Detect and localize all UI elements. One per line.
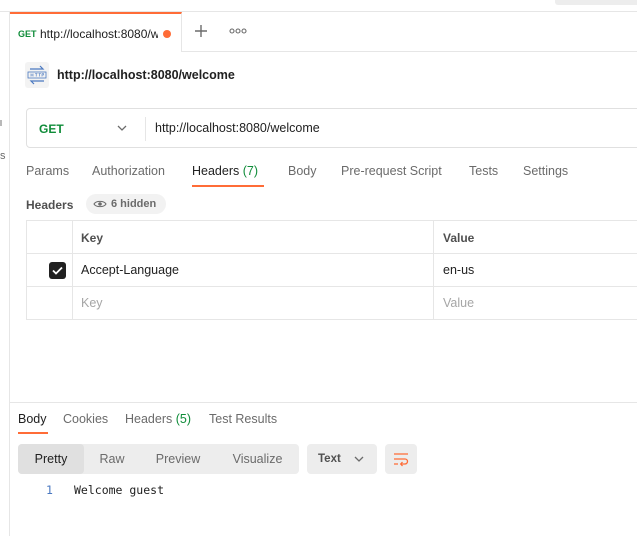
- active-resp-indicator: [18, 432, 48, 434]
- column-divider: [72, 221, 73, 320]
- tab-headers-label: Headers: [192, 164, 240, 178]
- method-select[interactable]: GET: [39, 122, 64, 136]
- unsaved-dot-icon: [163, 30, 171, 38]
- resp-headers-count: (5): [175, 412, 192, 426]
- tab-body[interactable]: Body: [288, 164, 317, 178]
- request-tab[interactable]: GET http://localhost:8080/w: [10, 12, 182, 52]
- format-select[interactable]: Text: [307, 444, 377, 474]
- column-value: Value: [443, 231, 475, 245]
- wrap-lines-button[interactable]: [385, 444, 417, 474]
- window-top-strip: [0, 0, 637, 12]
- request-title-row: http://localhost:8080/welcome: [10, 52, 637, 98]
- resp-tab-cookies[interactable]: Cookies: [63, 412, 108, 426]
- more-icon[interactable]: [228, 21, 248, 41]
- hidden-count: 6 hidden: [111, 198, 157, 210]
- headers-heading: Headers: [26, 198, 74, 212]
- wrap-lines-icon: [394, 453, 409, 467]
- url-input[interactable]: http://localhost:8080/welcome: [155, 121, 320, 135]
- chevron-down-icon[interactable]: [115, 121, 129, 135]
- url-bar: GET http://localhost:8080/welcome: [26, 108, 637, 148]
- column-key: Key: [81, 231, 104, 245]
- mode-pretty[interactable]: Pretty: [18, 444, 84, 474]
- check-icon: [52, 266, 63, 275]
- response-body-text: Welcome guest: [74, 483, 165, 497]
- window-controls: [555, 0, 637, 5]
- resp-tab-headers[interactable]: Headers (5): [125, 412, 191, 426]
- column-divider: [433, 221, 434, 320]
- request-tabbar: GET http://localhost:8080/w: [10, 12, 637, 52]
- tab-headers-count: (7): [242, 164, 259, 178]
- tab-settings[interactable]: Settings: [523, 164, 568, 178]
- new-value-input[interactable]: Value: [443, 296, 474, 310]
- tab-headers[interactable]: Headers (7): [192, 164, 258, 178]
- line-number: 1: [46, 483, 53, 497]
- mode-visualize[interactable]: Visualize: [216, 444, 299, 474]
- chevron-down-icon: [352, 452, 366, 466]
- tab-tests[interactable]: Tests: [469, 164, 498, 178]
- tab-params[interactable]: Params: [26, 164, 69, 178]
- header-value[interactable]: en-us: [443, 263, 474, 277]
- tab-method: GET: [18, 29, 37, 39]
- tab-prerequest-script[interactable]: Pre-request Script: [341, 164, 442, 178]
- left-sidebar-edge: s: [0, 12, 10, 536]
- table-row: Accept-Language en-us: [27, 254, 637, 287]
- page-title[interactable]: http://localhost:8080/welcome: [57, 68, 235, 82]
- row-checkbox[interactable]: [49, 262, 66, 279]
- new-header-row: Key Value: [27, 287, 637, 320]
- format-label: Text: [318, 453, 341, 465]
- hidden-headers-toggle[interactable]: 6 hidden: [86, 194, 166, 214]
- resp-tab-body[interactable]: Body: [18, 412, 47, 426]
- headers-table: Key Value Accept-Language en-us Key Valu…: [26, 220, 637, 320]
- http-icon: [25, 62, 49, 88]
- new-key-input[interactable]: Key: [81, 296, 103, 310]
- header-key[interactable]: Accept-Language: [81, 263, 179, 277]
- sidebar-marker: [0, 120, 2, 126]
- response-panel: Body Cookies Headers (5) Test Results Pr…: [10, 402, 637, 536]
- view-mode-switcher: Pretty Raw Preview Visualize: [18, 444, 299, 474]
- eye-icon: [93, 198, 107, 210]
- resp-tab-test-results[interactable]: Test Results: [209, 412, 277, 426]
- tab-url: http://localhost:8080/w: [40, 27, 158, 41]
- plus-icon[interactable]: [191, 21, 211, 41]
- active-tab-indicator: [192, 185, 264, 187]
- table-header-row: Key Value: [27, 221, 637, 254]
- mode-raw[interactable]: Raw: [84, 444, 140, 474]
- sidebar-clipped-letter: s: [0, 150, 6, 162]
- tab-authorization[interactable]: Authorization: [92, 164, 165, 178]
- url-divider: [145, 117, 146, 141]
- mode-preview[interactable]: Preview: [140, 444, 216, 474]
- resp-headers-label: Headers: [125, 412, 173, 426]
